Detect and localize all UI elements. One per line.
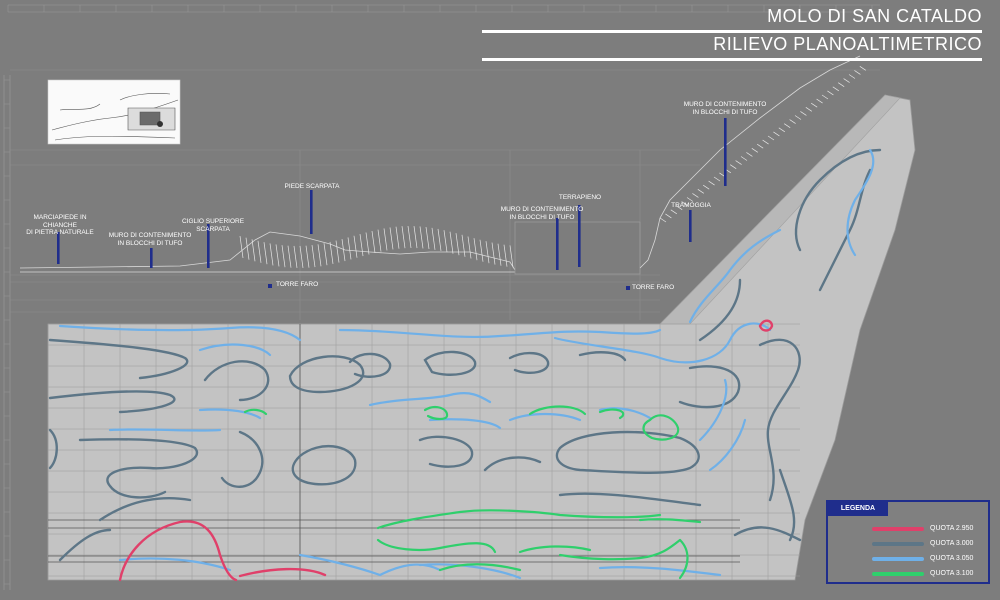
legend-item: QUOTA 3.100 (872, 567, 982, 579)
marker-muro1 (150, 248, 153, 268)
label-muro-2: MURO DI CONTENIMENTO IN BLOCCHI DI TUFO (500, 206, 584, 221)
label-muro-1: MURO DI CONTENIMENTO IN BLOCCHI DI TUFO (108, 232, 192, 247)
legend-label: QUOTA 3.000 (930, 540, 974, 547)
label-muro-3: MURO DI CONTENIMENTO IN BLOCCHI DI TUFO (683, 101, 767, 116)
legend-swatch (872, 572, 924, 576)
label-torre-faro-2: TORRE FARO (632, 284, 675, 291)
legend-label: QUOTA 2.950 (930, 525, 974, 532)
legend-item: QUOTA 3.050 (872, 552, 982, 564)
legend-swatch (872, 527, 924, 531)
drawing-sheet: MOLO DI SAN CATALDO RILIEVO PLANOALTIMET… (0, 0, 1000, 600)
label-torre-faro-1: TORRE FARO (276, 281, 319, 288)
label-piede-scarpata: PIEDE SCARPATA (284, 183, 340, 190)
legend-label: QUOTA 3.050 (930, 555, 974, 562)
marker-muro2 (556, 218, 559, 270)
legend-label: QUOTA 3.100 (930, 570, 974, 577)
drawing-title: MOLO DI SAN CATALDO (767, 6, 982, 26)
title-rule-bottom (482, 58, 982, 61)
label-terrapieno: TERRAPIENO (558, 194, 602, 201)
label-marciapiede: MARCIAPIEDE IN CHIANCHE DI PIETRA NATURA… (26, 214, 94, 236)
location-map-drawing (47, 79, 181, 145)
marker-muro3 (724, 118, 727, 186)
legend-title: LEGENDA (828, 502, 888, 516)
marker-torre1 (268, 284, 272, 288)
marker-marciapiede (57, 232, 60, 264)
title-rule-top (482, 30, 982, 33)
drawing-subtitle: RILIEVO PLANOALTIMETRICO (713, 34, 982, 54)
label-tramoggia: TRAMOGGIA (671, 202, 711, 209)
marker-tramoggia (689, 210, 692, 242)
legend-item: QUOTA 2.950 (872, 522, 982, 534)
label-ciglio: CIGLIO SUPERIORE SCARPATA (181, 218, 245, 233)
legend-item: QUOTA 3.000 (872, 537, 982, 549)
legend-panel: LEGENDA QUOTA 2.950 QUOTA 3.000 QUOTA 3.… (826, 500, 990, 584)
marker-torre2 (626, 286, 630, 290)
legend-swatch (872, 542, 924, 546)
marker-piede (310, 190, 313, 234)
top-ruler (8, 4, 880, 13)
legend-swatch (872, 557, 924, 561)
